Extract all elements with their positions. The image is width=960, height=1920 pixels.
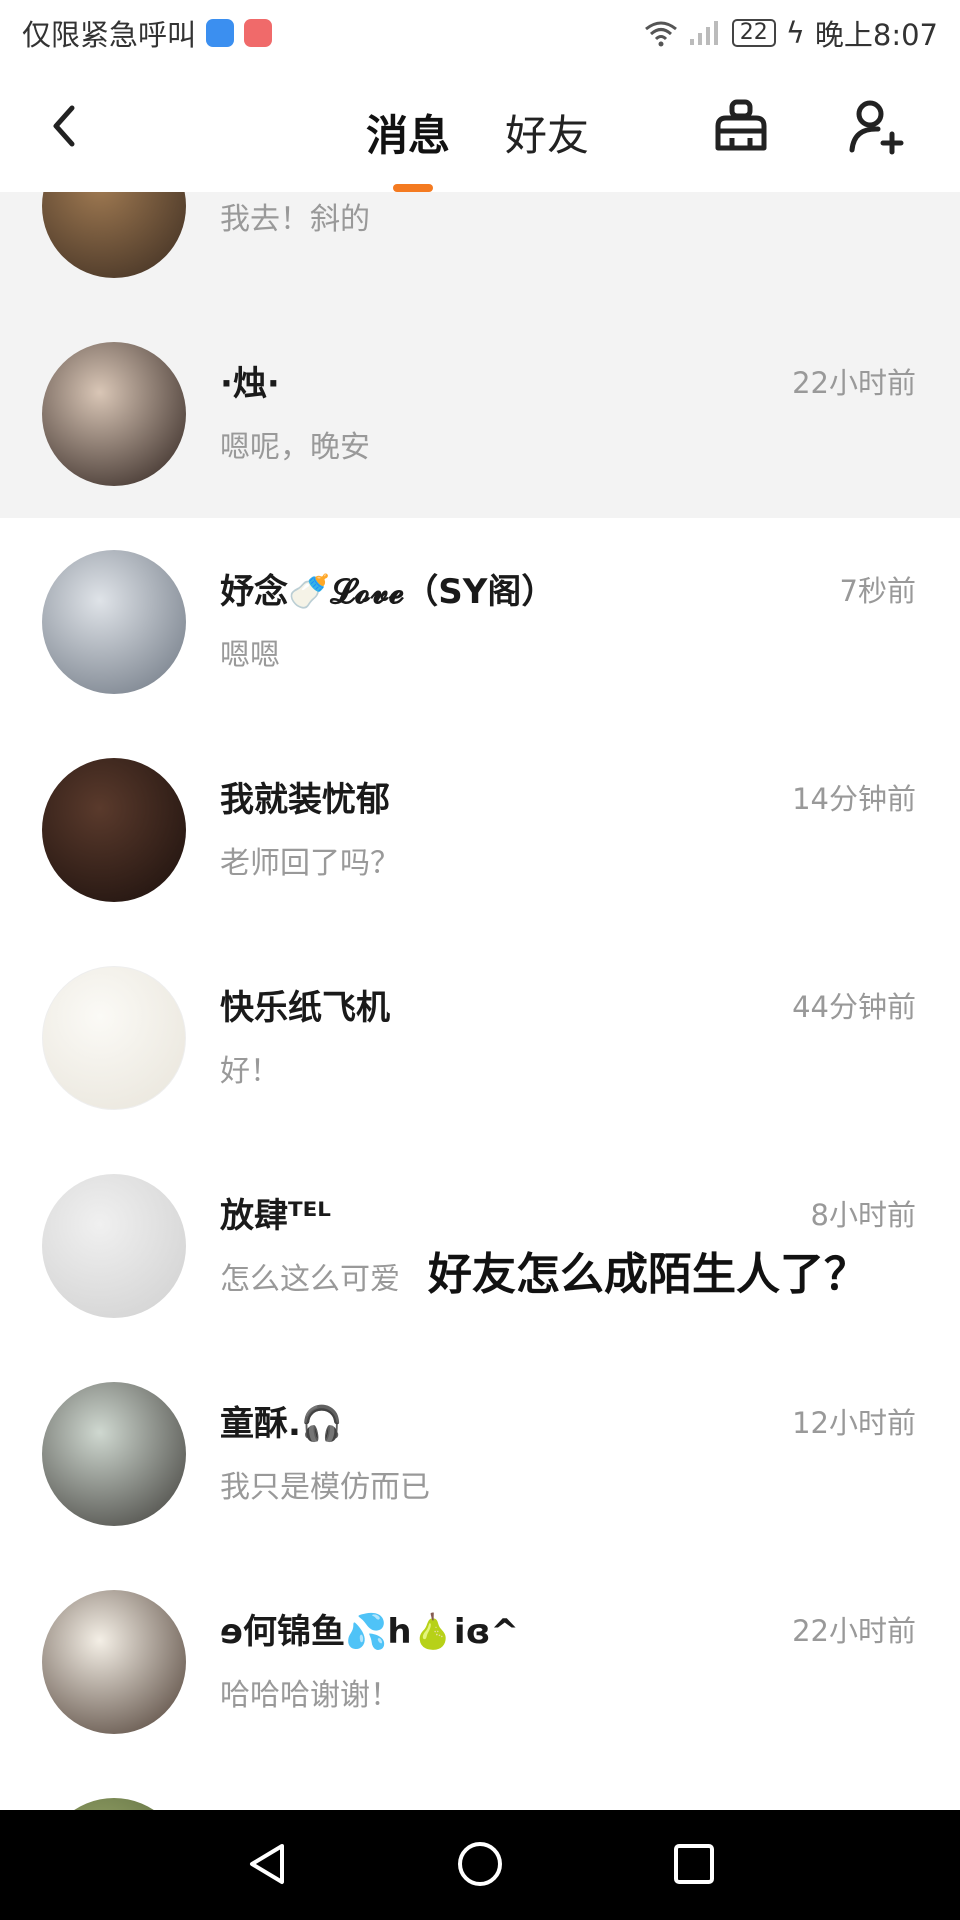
conversation-row[interactable]: 快乐纸飞机 44分钟前 好！ — [0, 934, 960, 1142]
status-bar: 仅限紧急呼叫 22 ϟ 晚上8:07 — [0, 0, 960, 66]
contact-name: 我就装忧郁 — [220, 780, 390, 820]
message-preview: 我去！斜的 — [220, 202, 370, 237]
message-time: 44分钟前 — [792, 990, 916, 1024]
active-tab-indicator — [393, 184, 433, 192]
top-nav-bar: 消息 好友 — [0, 66, 960, 192]
contact-name: 妤念🍼𝓛𝓸𝓿𝓮（SY阁） — [220, 572, 556, 612]
message-preview: 嗯呢，晚安 — [220, 430, 370, 465]
contact-name: ·烛· — [220, 364, 280, 404]
conversation-row[interactable]: 童酥.🎧 12小时前 我只是模仿而已 — [0, 1350, 960, 1558]
message-preview: 哈哈哈谢谢！ — [220, 1678, 400, 1713]
tab-messages[interactable]: 消息 — [366, 102, 450, 163]
contact-name: ɘ何锦鱼💦h🍐iɞ^ — [220, 1612, 519, 1652]
square-recents-icon[interactable] — [670, 1840, 718, 1888]
message-time: 14分钟前 — [792, 782, 916, 816]
overlay-caption: 好友怎么成陌生人了？ — [428, 1249, 868, 1300]
avatar — [42, 192, 186, 278]
avatar — [42, 966, 186, 1110]
avatar — [42, 550, 186, 694]
message-preview: 嗯嗯 — [220, 638, 280, 673]
shield-app-icon — [206, 19, 235, 47]
avatar — [42, 1590, 186, 1734]
avatar — [42, 1174, 186, 1318]
message-preview: 老师回了吗？ — [220, 846, 400, 881]
message-preview: 怎么这么可爱 — [220, 1262, 400, 1297]
conversation-row[interactable]: 妤念🍼𝓛𝓸𝓿𝓮（SY阁） 7秒前 嗯嗯 — [0, 518, 960, 726]
broom-basket-icon[interactable] — [712, 98, 770, 156]
conversation-row[interactable]: ɘ何锦鱼💦h🍐iɞ^ 22小时前 哈哈哈谢谢！ — [0, 1558, 960, 1766]
avatar — [42, 1798, 186, 1810]
avatar — [42, 1382, 186, 1526]
status-left: 仅限紧急呼叫 — [22, 12, 273, 54]
conversation-list[interactable]: 我去！斜的 ·烛· 22小时前 嗯呢，晚安 妤念🍼𝓛𝓸𝓿𝓮（SY阁） 7秒前 嗯… — [0, 192, 960, 1810]
message-time: 12小时前 — [792, 1406, 916, 1440]
clock: 晚上8:07 — [814, 18, 938, 52]
circle-home-icon[interactable] — [456, 1840, 504, 1888]
chevron-left-icon[interactable] — [40, 96, 90, 156]
conversation-row[interactable]: 我就装忧郁 14分钟前 老师回了吗？ — [0, 726, 960, 934]
wifi-icon — [644, 21, 677, 47]
contact-name: 快乐纸飞机 — [220, 988, 390, 1028]
contact-name: 童酥.🎧 — [220, 1404, 344, 1444]
system-nav-bar — [0, 1810, 960, 1920]
conversation-row[interactable] — [0, 1766, 960, 1810]
contact-name: 放肆ᵀᴱᴸ — [220, 1196, 331, 1236]
message-preview: 好！ — [220, 1054, 280, 1089]
signal-icon — [689, 21, 718, 45]
carrier-text: 仅限紧急呼叫 — [22, 18, 197, 52]
message-time: 8小时前 — [810, 1198, 916, 1232]
app-notification-icon — [244, 19, 273, 47]
battery-indicator: 22 — [731, 19, 776, 47]
tab-friends[interactable]: 好友 — [505, 102, 589, 163]
conversation-row[interactable]: ·烛· 22小时前 嗯呢，晚安 — [0, 310, 960, 518]
add-user-icon[interactable] — [848, 98, 906, 156]
charging-icon: ϟ — [785, 16, 805, 50]
triangle-back-icon[interactable] — [244, 1840, 292, 1888]
message-time: 22小时前 — [792, 1614, 916, 1648]
status-right: 22 ϟ 晚上8:07 — [644, 12, 938, 54]
message-preview: 我只是模仿而已 — [220, 1470, 430, 1505]
message-time: 7秒前 — [839, 574, 916, 608]
avatar — [42, 758, 186, 902]
avatar — [42, 342, 186, 486]
message-time: 22小时前 — [792, 366, 916, 400]
conversation-row[interactable]: 我去！斜的 — [0, 192, 960, 310]
